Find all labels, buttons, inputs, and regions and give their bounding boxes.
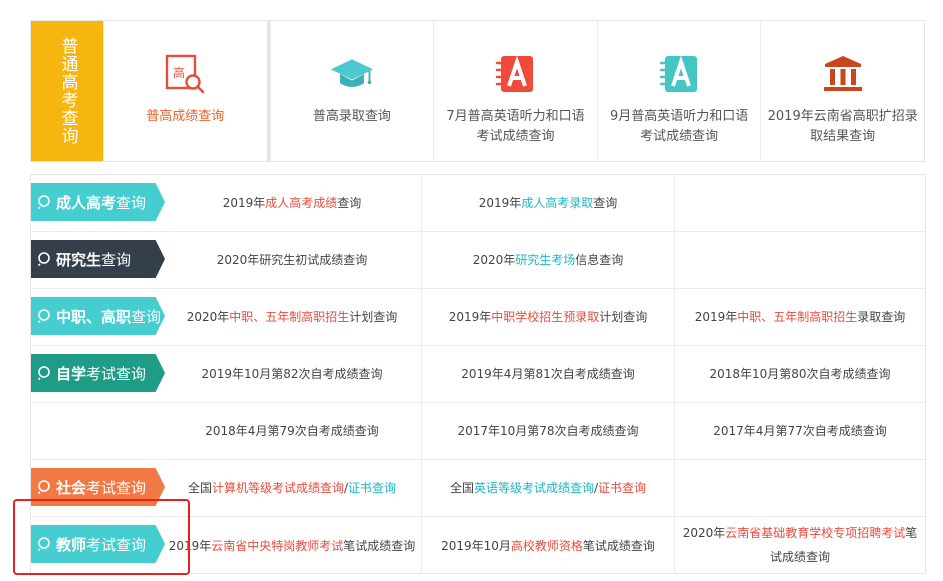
query-link[interactable]: 2019年 成人高考成绩 查询: [163, 175, 421, 231]
query-link[interactable]: 2020年云南省基础教育学校专项招聘考试笔试成绩查询: [674, 517, 925, 574]
letter-a-notebook-icon: [656, 51, 702, 97]
card-sept-english-query[interactable]: 9月普高英语听力和口语考试成绩查询: [596, 21, 761, 161]
card-label: 7月普高英语听力和口语考试成绩查询: [446, 109, 585, 144]
query-link[interactable]: 全国 计算机等级考试成绩查询 / 证书查询: [163, 460, 421, 516]
svg-text:高: 高: [173, 65, 185, 80]
query-link[interactable]: 2018年10月第80次自考成绩查询: [674, 346, 925, 402]
search-score-icon: 高: [162, 51, 208, 97]
card-july-english-query[interactable]: 7月普高英语听力和口语考试成绩查询: [433, 21, 597, 161]
card-expansion-result-query[interactable]: 2019年云南省高职扩招录取结果查询: [760, 21, 924, 161]
search-icon: [37, 480, 50, 495]
query-link[interactable]: 2019年 成人高考录取 查询: [421, 175, 674, 231]
query-link[interactable]: 2018年4月第79次自考成绩查询: [163, 403, 421, 459]
category-badge-teacher-exam: 教师 考试查询: [31, 525, 165, 563]
table-row-vocational: 中职、高职 查询 2020年 中职、五年制高职招生 计划查询 2019年 中职学校招生预…: [31, 289, 925, 346]
table-row-graduate: 研究生 查询 2020年研究生初试成绩查询 2020年 研究生考场 信息查询: [31, 232, 925, 289]
query-link[interactable]: 2017年10月第78次自考成绩查询: [421, 403, 674, 459]
table-row-self-study-more: 2018年4月第79次自考成绩查询 2017年10月第78次自考成绩查询 201…: [31, 403, 925, 460]
empty-cell: [674, 232, 925, 288]
search-icon: [37, 537, 50, 552]
search-icon: [37, 195, 50, 210]
query-link[interactable]: 2019年10月第82次自考成绩查询: [163, 346, 421, 402]
query-table: 成人高考 查询 2019年 成人高考成绩 查询 2019年 成人高考录取 查询 研究生 查询…: [30, 174, 926, 574]
query-link[interactable]: 2019年 中职学校招生预录取 计划查询: [421, 289, 674, 345]
card-label: 普高成绩查询: [146, 109, 225, 124]
graduation-cap-icon: [329, 51, 375, 97]
table-row-social-exam: 社会 考试查询 全国 计算机等级考试成绩查询 / 证书查询 全国 英语等级考试成绩查询…: [31, 460, 925, 517]
search-icon: [37, 252, 50, 267]
card-score-query[interactable]: 高 普高成绩查询: [103, 21, 270, 161]
category-badge-social-exam: 社会 考试查询: [31, 468, 165, 506]
search-icon: [37, 366, 50, 381]
query-link[interactable]: 2017年4月第77次自考成绩查询: [674, 403, 925, 459]
card-label: 2019年云南省高职扩招录取结果查询: [767, 109, 918, 144]
search-icon: [37, 309, 50, 324]
category-badge-adult-gaokao: 成人高考 查询: [31, 183, 165, 221]
query-link[interactable]: 2019年4月第81次自考成绩查询: [421, 346, 674, 402]
query-link[interactable]: 2019年 中职、五年制高职招生 录取查询: [674, 289, 925, 345]
building-icon: [820, 51, 866, 97]
table-row-adult-gaokao: 成人高考 查询 2019年 成人高考成绩 查询 2019年 成人高考录取 查询: [31, 175, 925, 232]
category-badge-vocational: 中职、高职 查询: [31, 297, 165, 335]
category-badge-self-study: 自学 考试查询: [31, 354, 165, 392]
query-link[interactable]: 2019年10月 高校教师资格 笔试成绩查询: [421, 517, 674, 574]
letter-a-notebook-icon: [492, 51, 538, 97]
query-link[interactable]: 2020年 中职、五年制高职招生 计划查询: [163, 289, 421, 345]
gaokao-query-strip: 普通高考查询 高 普高成绩查询 普高录取查询 7月普高英语听力和口语考试成绩查询…: [30, 20, 925, 162]
table-row-teacher-exam: 教师 考试查询 2019年 云南省中央特岗教师考试 笔试成绩查询 2019年10月 高校…: [31, 517, 925, 574]
card-label: 普高录取查询: [312, 109, 391, 124]
query-link[interactable]: 2020年 研究生考场 信息查询: [421, 232, 674, 288]
empty-cell: [674, 460, 925, 516]
card-admission-query[interactable]: 普高录取查询: [269, 21, 434, 161]
query-link[interactable]: 2019年 云南省中央特岗教师考试 笔试成绩查询: [163, 517, 421, 574]
query-link[interactable]: 全国 英语等级考试成绩查询 / 证书查询: [421, 460, 674, 516]
table-row-self-study: 自学 考试查询 2019年10月第82次自考成绩查询 2019年4月第81次自考成…: [31, 346, 925, 403]
empty-cell: [674, 175, 925, 231]
category-badge-graduate: 研究生 查询: [31, 240, 165, 278]
query-link[interactable]: 2020年研究生初试成绩查询: [163, 232, 421, 288]
card-label: 9月普高英语听力和口语考试成绩查询: [609, 109, 749, 144]
section-label: 普通高考查询: [31, 21, 103, 161]
